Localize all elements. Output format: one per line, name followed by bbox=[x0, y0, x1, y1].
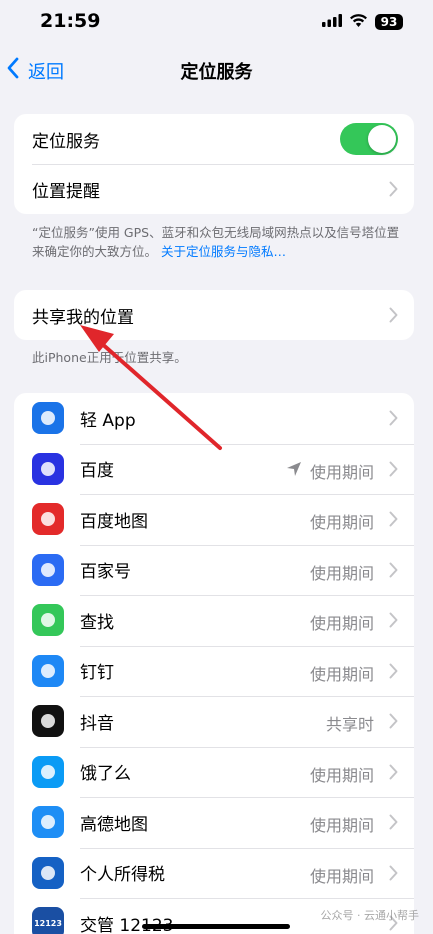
app-status-text: 使用期间 bbox=[309, 866, 374, 886]
home-indicator bbox=[142, 924, 290, 929]
share-location-card: 共享我的位置 bbox=[14, 290, 414, 340]
app-row[interactable]: 抖音 共享时 bbox=[14, 696, 414, 747]
app-location-status: 使用期间 bbox=[310, 762, 374, 786]
location-services-label: 定位服务 bbox=[32, 131, 100, 152]
app-name: 个人所得税 bbox=[80, 865, 165, 886]
page-title: 定位服务 bbox=[180, 62, 253, 83]
nav-bar: 返回 定位服务 bbox=[0, 50, 433, 90]
location-services-card: 定位服务 位置提醒 bbox=[14, 114, 414, 214]
chevron-right-icon bbox=[389, 181, 398, 202]
app-status-text: 使用期间 bbox=[309, 513, 374, 532]
app-location-status: 使用期间 bbox=[286, 459, 374, 483]
app-icon-glyph bbox=[41, 512, 55, 527]
chevron-right-icon bbox=[389, 814, 398, 834]
app-name: 交管 12123 bbox=[80, 915, 174, 934]
app-icon-glyph bbox=[41, 411, 55, 426]
baidu-icon bbox=[32, 452, 64, 485]
chevron-right-icon bbox=[389, 865, 398, 885]
app-name: 抖音 bbox=[80, 713, 114, 734]
app-row[interactable]: 查找 使用期间 bbox=[14, 595, 414, 646]
traffic-12123-icon: 12123 bbox=[32, 907, 64, 934]
app-status-text: 共享时 bbox=[325, 715, 374, 734]
chevron-right-icon bbox=[389, 612, 398, 632]
dingtalk-icon bbox=[32, 654, 64, 687]
chevron-right-icon bbox=[389, 713, 398, 733]
app-name: 饿了么 bbox=[80, 764, 131, 785]
app-location-status: 使用期间 bbox=[310, 661, 374, 685]
app-status-text: 使用期间 bbox=[309, 664, 374, 684]
battery-indicator: 93 bbox=[375, 13, 403, 30]
app-location-status: 使用期间 bbox=[310, 812, 374, 836]
app-row[interactable]: 百度 使用期间 bbox=[14, 443, 414, 495]
app-status-text: 使用期间 bbox=[309, 816, 374, 835]
privacy-link[interactable]: 关于定位服务与隐私… bbox=[161, 244, 286, 259]
app-row[interactable]: 个人所得税 使用期间 bbox=[14, 847, 414, 899]
watermark: 公众号 · 云通小帮手 bbox=[320, 909, 420, 922]
app-name: 查找 bbox=[80, 612, 114, 633]
app-name: 轻 App bbox=[80, 410, 136, 431]
app-name: 高德地图 bbox=[80, 814, 148, 835]
app-row[interactable]: 百家号 使用期间 bbox=[14, 544, 414, 596]
app-status-text: 使用期间 bbox=[309, 563, 374, 583]
wifi-icon bbox=[349, 12, 368, 31]
app-list: 轻 App 百度 使用期间 百度地图 使用期间 百家号 使用期间 查找 使用期间 钉钉 使用期间 抖音… bbox=[14, 393, 414, 934]
app-location-status: 使用期间 bbox=[310, 560, 374, 584]
eleme-icon bbox=[32, 755, 64, 788]
location-alerts-row[interactable]: 位置提醒 bbox=[14, 164, 414, 214]
app-name: 钉钉 bbox=[80, 663, 114, 684]
chevron-right-icon bbox=[389, 764, 398, 784]
baidu-map-icon bbox=[32, 503, 64, 536]
app-row[interactable]: 百度地图 使用期间 bbox=[14, 494, 414, 545]
app-status-text: 使用期间 bbox=[309, 614, 374, 633]
app-icon-glyph bbox=[41, 613, 55, 628]
share-my-location-row[interactable]: 共享我的位置 bbox=[14, 290, 414, 340]
chevron-right-icon bbox=[389, 307, 398, 328]
app-icon-glyph bbox=[41, 764, 55, 779]
chevron-right-icon bbox=[389, 663, 398, 683]
share-footnote: 此iPhone正用于位置共享。 bbox=[32, 350, 187, 365]
status-time: 21:59 bbox=[40, 10, 101, 32]
app-icon-glyph bbox=[41, 865, 55, 880]
light-app-icon bbox=[32, 402, 64, 435]
chevron-right-icon bbox=[389, 461, 398, 481]
app-location-status: 共享时 bbox=[326, 711, 374, 735]
app-row[interactable]: 轻 App bbox=[14, 393, 414, 444]
app-icon-text: 12123 bbox=[34, 918, 62, 928]
status-icons: 93 bbox=[322, 12, 403, 31]
find-my-icon bbox=[32, 604, 64, 637]
douyin-icon bbox=[32, 705, 64, 738]
baijiahao-icon bbox=[32, 553, 64, 586]
app-icon-glyph bbox=[41, 663, 55, 678]
cellular-signal-icon bbox=[322, 12, 342, 31]
app-location-status: 使用期间 bbox=[310, 610, 374, 634]
location-footnote: “定位服务”使用 GPS、蓝牙和众包无线局域网热点以及信号塔位置来确定你的大致方… bbox=[32, 223, 402, 261]
tax-icon bbox=[32, 856, 64, 889]
app-status-text: 使用期间 bbox=[309, 765, 374, 785]
chevron-right-icon bbox=[389, 410, 398, 430]
app-location-status: 使用期间 bbox=[310, 509, 374, 533]
location-services-row: 定位服务 bbox=[14, 114, 414, 164]
toggle-knob bbox=[368, 125, 396, 153]
app-row[interactable]: 高德地图 使用期间 bbox=[14, 797, 414, 848]
location-alerts-label: 位置提醒 bbox=[32, 181, 100, 202]
app-name: 百度地图 bbox=[80, 511, 148, 532]
chevron-right-icon bbox=[389, 562, 398, 582]
app-row[interactable]: 饿了么 使用期间 bbox=[14, 746, 414, 798]
app-row[interactable]: 钉钉 使用期间 bbox=[14, 645, 414, 697]
app-location-status: 使用期间 bbox=[310, 863, 374, 887]
location-arrow-icon bbox=[286, 461, 302, 481]
app-name: 百家号 bbox=[80, 562, 131, 583]
amap-icon bbox=[32, 806, 64, 839]
status-bar: 21:59 93 bbox=[0, 0, 433, 44]
app-status-text: 使用期间 bbox=[309, 462, 374, 482]
app-icon-glyph bbox=[41, 562, 55, 577]
app-icon-glyph bbox=[41, 714, 55, 729]
share-my-location-label: 共享我的位置 bbox=[32, 307, 134, 328]
chevron-right-icon bbox=[389, 511, 398, 531]
app-icon-glyph bbox=[41, 815, 55, 830]
app-name: 百度 bbox=[80, 461, 114, 482]
app-icon-glyph bbox=[41, 461, 55, 476]
location-services-toggle[interactable] bbox=[340, 123, 398, 155]
